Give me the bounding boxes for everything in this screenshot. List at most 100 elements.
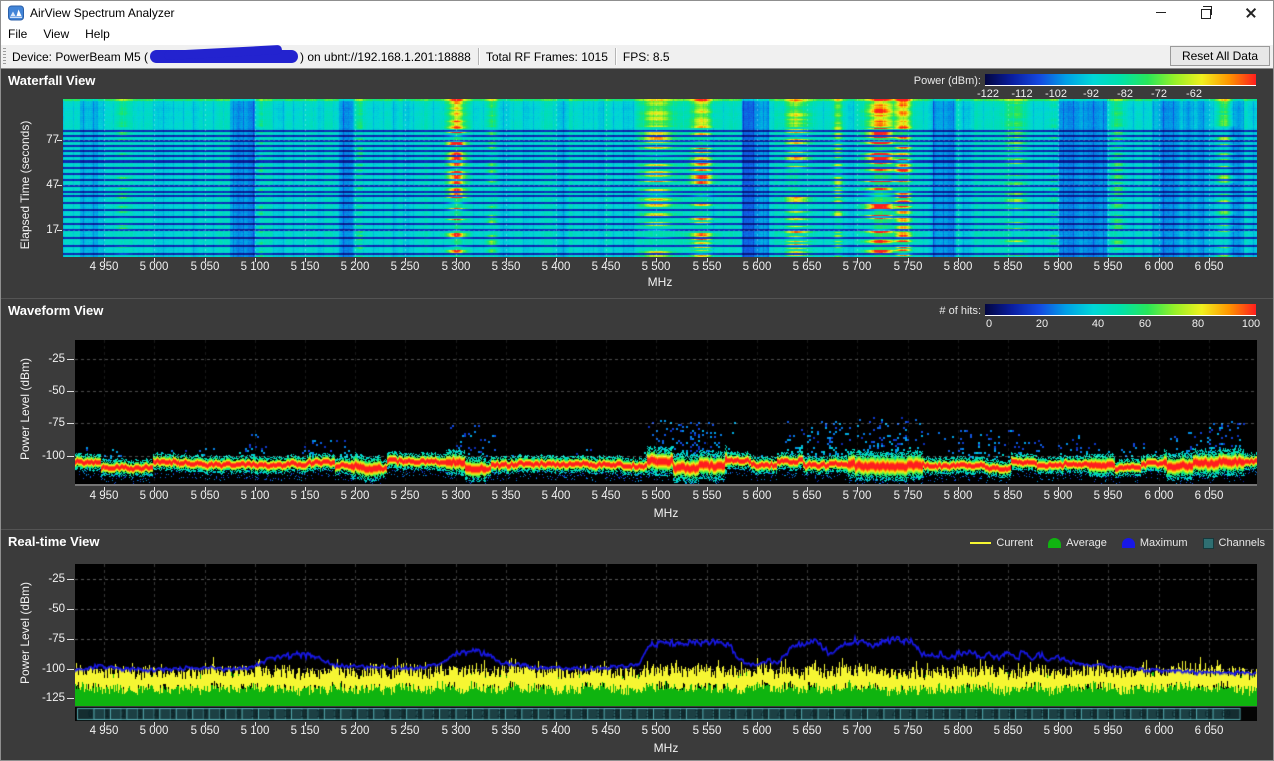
waveform-plot [75,340,1257,486]
x-axis-tick-label: 5 600 [743,725,772,737]
x-axis-tick [908,722,909,726]
x-axis-tick [556,722,557,726]
channels-box-icon [1203,538,1214,549]
x-axis-tick-label: 5 050 [191,725,220,737]
colorbar-tick-label: 40 [1092,318,1104,330]
x-axis-tick-label: 5 450 [592,725,621,737]
waveform-y-axis-label: Power Level (dBm) [18,344,32,474]
x-axis-tick-label: 5 250 [391,725,420,737]
x-axis-tick-label: 5 850 [994,725,1023,737]
legend-maximum-label: Maximum [1140,537,1188,549]
redaction-scribble [150,50,298,63]
x-axis-tick-label: 5 950 [1094,490,1123,502]
x-axis-tick [1108,258,1109,262]
close-button[interactable] [1228,1,1273,24]
x-axis-tick-label: 5 350 [492,261,521,273]
y-axis-tick [67,359,74,360]
x-axis-tick [1108,722,1109,726]
x-axis-tick-label: 5 750 [894,490,923,502]
x-axis-tick-label: 5 550 [693,725,722,737]
x-axis-tick [1209,722,1210,726]
x-axis-tick [456,722,457,726]
x-axis-tick-label: 6 000 [1145,725,1174,737]
toolbar-separator [615,48,616,65]
x-axis-tick [606,487,607,491]
legend-average: Average [1048,537,1107,549]
x-axis-tick-label: 5 300 [442,725,471,737]
colorbar-tick-label: 80 [1192,318,1204,330]
x-axis-tick-label: 5 950 [1094,725,1123,737]
minimize-button[interactable] [1138,1,1183,24]
x-axis-tick-label: 5 950 [1094,261,1123,273]
x-axis-tick-label: 5 350 [492,725,521,737]
reset-all-data-button[interactable]: Reset All Data [1170,46,1270,66]
x-axis-tick [556,258,557,262]
hits-colorbar [985,304,1256,316]
rf-frames-label: Total RF Frames: 1015 [486,50,608,64]
legend-current-label: Current [996,537,1033,549]
x-axis-tick [104,487,105,491]
x-axis-tick-label: 5 550 [693,490,722,502]
x-axis-tick-label: 5 250 [391,261,420,273]
x-axis-tick-label: 5 800 [944,725,973,737]
y-axis-tick [57,185,62,186]
x-axis-tick-label: 5 500 [642,490,671,502]
x-axis-tick [405,258,406,262]
menu-file[interactable]: File [1,25,35,44]
x-axis-tick [1058,258,1059,262]
x-axis-tick-label: 5 450 [592,490,621,502]
x-axis-tick [405,487,406,491]
x-axis-tick [1058,487,1059,491]
x-axis-tick [757,722,758,726]
x-axis-tick [757,487,758,491]
toolbar-grip-handle[interactable] [3,48,6,65]
x-axis-tick-label: 5 650 [793,490,822,502]
colorbar-tick-label: 60 [1139,318,1151,330]
waterfall-panel: Waterfall View Power (dBm): -122-112-102… [1,69,1273,298]
x-axis-tick-label: 5 000 [140,261,169,273]
x-axis-tick-label: 5 150 [291,490,320,502]
maximum-area-icon [1122,538,1135,548]
status-toolbar: Device: PowerBeam M5 () on ubnt://192.16… [1,45,1273,69]
x-axis-tick-label: 5 650 [793,725,822,737]
power-colorbar-label: Power (dBm): [859,75,981,87]
channel-strip [75,707,1257,721]
x-axis-tick [857,258,858,262]
x-axis-tick-label: 5 150 [291,261,320,273]
x-axis-tick-label: 5 900 [1044,261,1073,273]
window-title: AirView Spectrum Analyzer [30,6,175,20]
x-axis-tick [355,722,356,726]
x-axis-tick-label: 5 200 [341,490,370,502]
realtime-y-axis-label: Power Level (dBm) [18,568,32,698]
x-axis-tick [305,722,306,726]
menu-view[interactable]: View [35,25,77,44]
x-axis-tick-label: 5 000 [140,725,169,737]
x-axis-tick [656,722,657,726]
restore-button[interactable] [1183,1,1228,24]
x-axis-tick [1159,722,1160,726]
x-axis-tick [1209,258,1210,262]
average-area-icon [1048,538,1061,548]
y-axis-tick [67,579,74,580]
x-axis-tick [857,722,858,726]
x-axis-tick [807,258,808,262]
y-axis-tick [67,698,74,699]
menu-help[interactable]: Help [77,25,118,44]
x-axis-tick [707,722,708,726]
x-axis-tick [305,258,306,262]
toolbar-separator [478,48,479,65]
x-axis-tick-label: 5 150 [291,725,320,737]
x-axis-tick-label: 5 600 [743,490,772,502]
x-axis-tick-label: 5 200 [341,725,370,737]
legend-channels-label: Channels [1219,537,1265,549]
x-axis-tick-label: 5 850 [994,261,1023,273]
x-axis-tick [305,487,306,491]
x-axis-tick [908,487,909,491]
x-axis-tick [506,487,507,491]
title-bar: AirView Spectrum Analyzer [1,1,1273,24]
fps-label: FPS: 8.5 [623,50,670,64]
x-axis-tick [1209,487,1210,491]
x-axis-tick-label: 5 700 [843,725,872,737]
y-axis-tick [67,669,74,670]
waterfall-heatmap-canvas [63,99,1257,257]
